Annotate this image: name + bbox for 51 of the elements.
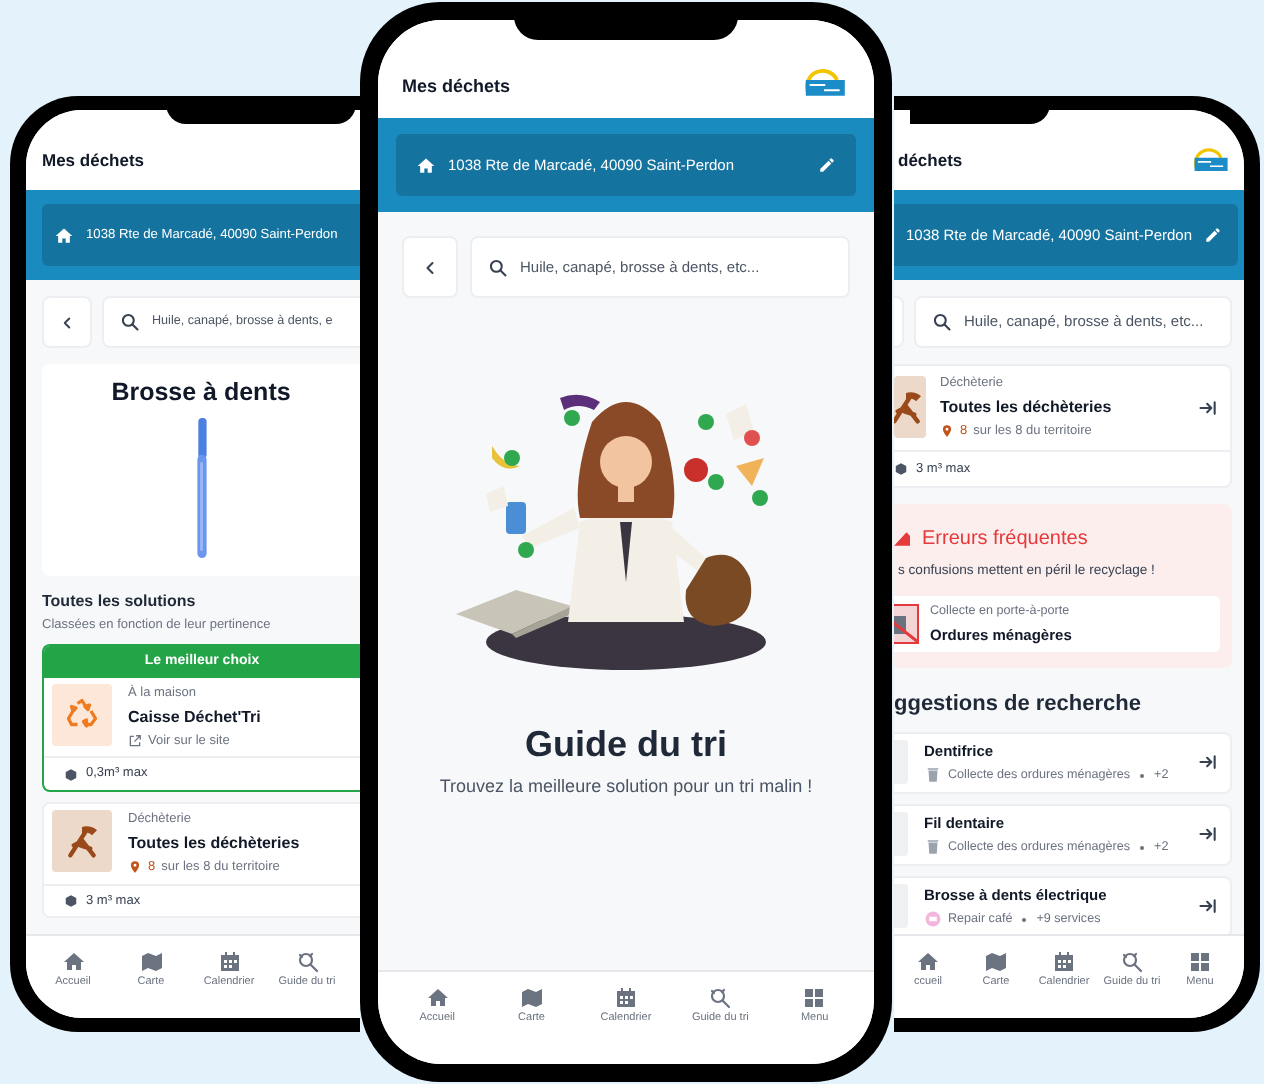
back-icon: [58, 313, 76, 331]
magnifier-icon: [1120, 950, 1144, 974]
go-to-icon[interactable]: [1198, 896, 1218, 917]
edit-icon[interactable]: [818, 156, 836, 174]
search-icon: [488, 257, 508, 277]
product-thumbnail: [894, 812, 908, 857]
page-title: Guide du tri: [525, 722, 727, 767]
section-title: ggestions de recherche: [894, 690, 1143, 721]
search-icon: [932, 312, 952, 332]
repair-icon: [924, 910, 942, 929]
external-link-icon: [128, 733, 142, 748]
app-title: Mes déchets: [402, 73, 511, 99]
go-to-icon[interactable]: [1198, 752, 1218, 773]
solution-name: Toutes les déchèteries: [940, 395, 1114, 420]
app-title: déchets: [898, 148, 963, 174]
tools-icon: [894, 387, 926, 428]
home-icon: [54, 225, 74, 245]
home-icon: [916, 950, 940, 974]
solution-name: Toutes les déchèteries: [128, 831, 300, 856]
map-icon: [139, 950, 163, 974]
magnifier-icon: [708, 986, 733, 1010]
home-icon: [61, 950, 85, 974]
map-icon: [519, 986, 544, 1010]
page-subtitle: Trouvez la meilleure solution pour un tri malin !: [439, 773, 813, 800]
search-icon: [120, 312, 140, 332]
pin-icon: [940, 424, 954, 439]
grid-icon: [1188, 950, 1212, 974]
edit-icon[interactable]: [1204, 226, 1223, 244]
pin-icon: [128, 860, 142, 875]
bin-icon: [924, 766, 942, 785]
solution-name: Caisse Déchet'Tri: [128, 705, 261, 729]
crossed-bin-icon: [894, 604, 920, 645]
calendar-icon: [217, 950, 241, 974]
go-to-icon[interactable]: [1198, 397, 1218, 418]
magnifier-icon: [295, 950, 319, 974]
product-thumbnail: [894, 884, 908, 929]
product-thumbnail: [894, 740, 908, 785]
item-title: Brosse à dents: [111, 378, 291, 410]
go-to-icon[interactable]: [1198, 824, 1218, 845]
tools-icon: [62, 821, 102, 861]
recycle-icon: [64, 696, 100, 733]
home-icon: [416, 155, 436, 175]
map-icon: [984, 950, 1008, 974]
section-title: Toutes les solutions: [42, 590, 198, 614]
calendar-icon: [613, 986, 638, 1010]
home-icon: [425, 986, 450, 1010]
app-title: Mes déchets: [42, 148, 145, 174]
calendar-icon: [1052, 950, 1076, 974]
warning-title: Erreurs fréquentes: [922, 526, 1088, 555]
grid-icon: [802, 986, 827, 1010]
bin-icon: [924, 838, 942, 857]
